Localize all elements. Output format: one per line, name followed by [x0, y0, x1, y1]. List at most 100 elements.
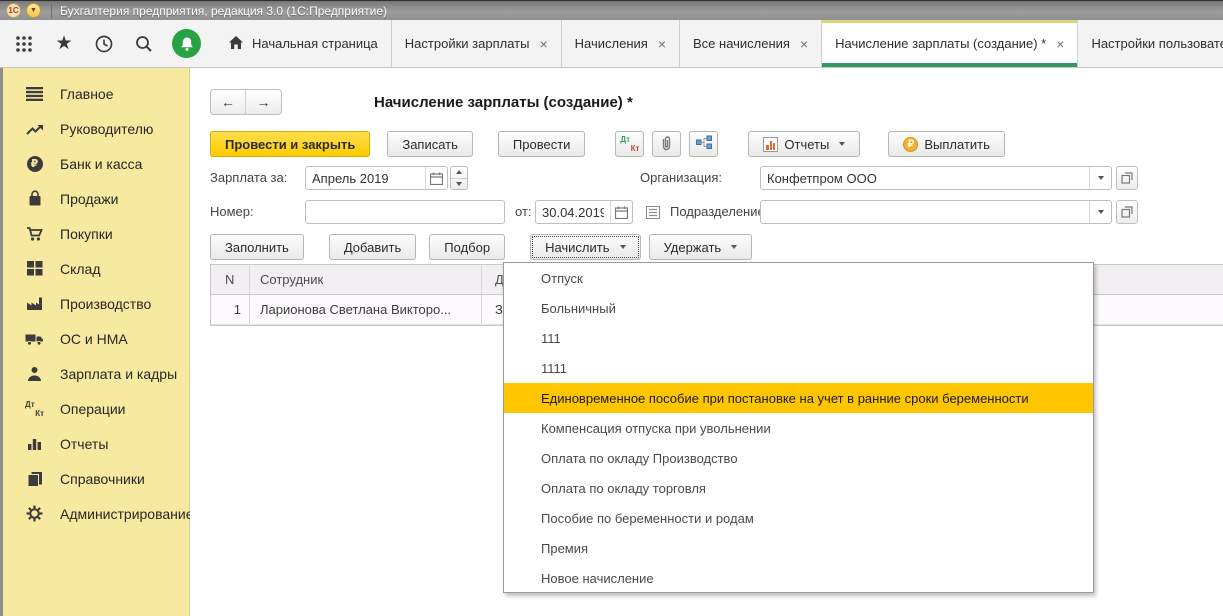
tab-accruals[interactable]: Начисления ×	[562, 20, 680, 67]
sidebar-item-label: Операции	[60, 401, 126, 417]
tab-user-rights-settings[interactable]: Настройки пользователей и прав ×	[1078, 20, 1223, 67]
reports-button[interactable]: Отчеты	[748, 131, 860, 157]
organization-field[interactable]	[760, 166, 1112, 190]
calendar-icon[interactable]	[425, 167, 447, 189]
row-number-cell: 1	[211, 295, 249, 324]
save-button[interactable]: Записать	[387, 131, 473, 157]
sidebar-item-administration[interactable]: Администрирование	[3, 496, 189, 531]
menu-lines-icon	[25, 84, 44, 103]
tab-salary-accrual-new[interactable]: Начисление зарплаты (создание) * ×	[822, 20, 1078, 67]
sidebar-item-salary-hr[interactable]: Зарплата и кадры	[3, 356, 189, 391]
sidebar-item-label: Руководителю	[60, 121, 153, 137]
sidebar-item-warehouse[interactable]: Склад	[3, 251, 189, 286]
salary-month-field[interactable]	[305, 166, 448, 190]
menu-item-salary-trade[interactable]: Оплата по окладу торговля	[504, 473, 1093, 503]
add-button[interactable]: Добавить	[329, 234, 416, 260]
sidebar-item-main[interactable]: Главное	[3, 76, 189, 111]
org-structure-icon	[696, 135, 712, 153]
sidebar-item-os-nma[interactable]: ОС и НМА	[3, 321, 189, 356]
sidebar-item-manager[interactable]: Руководителю	[3, 111, 189, 146]
organization-open-button[interactable]	[1116, 166, 1138, 190]
chevron-down-icon	[620, 245, 626, 249]
organization-input[interactable]	[761, 167, 1089, 189]
sidebar-item-bank-cash[interactable]: ₽ Банк и касса	[3, 146, 189, 181]
department-field[interactable]	[760, 200, 1112, 224]
forward-button[interactable]: →	[246, 90, 281, 114]
column-header-n[interactable]: N	[211, 265, 249, 294]
number-label: Номер:	[210, 200, 254, 224]
tab-strip: Начальная страница Настройки зарплаты × …	[215, 20, 1223, 67]
sidebar-item-label: Зарплата и кадры	[60, 366, 177, 382]
tab-label: Начальная страница	[252, 36, 378, 51]
menu-item-bonus[interactable]: Премия	[504, 533, 1093, 563]
column-header-employee[interactable]: Сотрудник	[249, 265, 481, 294]
1c-logo-icon: 1С	[6, 3, 21, 18]
menu-item-1111[interactable]: 1111	[504, 353, 1093, 383]
close-icon[interactable]: ×	[658, 36, 666, 52]
sidebar-item-label: Продажи	[60, 191, 118, 207]
date-input[interactable]	[536, 201, 610, 223]
gear-icon	[25, 504, 44, 523]
step-up-button[interactable]	[451, 167, 467, 179]
sidebar-item-reports[interactable]: Отчеты	[3, 426, 189, 461]
accrue-button[interactable]: Начислить	[530, 234, 640, 260]
sidebar-item-operations[interactable]: ДтКт Операции	[3, 391, 189, 426]
close-icon[interactable]: ×	[539, 36, 547, 52]
menu-item-maternity-benefit[interactable]: Пособие по беременности и родам	[504, 503, 1093, 533]
pick-button[interactable]: Подбор	[429, 234, 505, 260]
post-and-close-button[interactable]: Провести и закрыть	[210, 131, 370, 157]
menu-item-early-pregnancy-benefit[interactable]: Единовременное пособие при постановке на…	[504, 383, 1093, 413]
organization-dropdown-arrow[interactable]	[1089, 167, 1111, 189]
sidebar-item-directories[interactable]: Справочники	[3, 461, 189, 496]
department-input[interactable]	[761, 201, 1089, 223]
menu-grid-icon[interactable]	[12, 32, 36, 56]
menu-item-111[interactable]: 111	[504, 323, 1093, 353]
sidebar-item-sales[interactable]: Продажи	[3, 181, 189, 216]
document-form: ← → Начисление зарплаты (создание) * Про…	[190, 68, 1223, 616]
ruble-coin-icon: ₽	[25, 154, 44, 173]
menu-item-sick-leave[interactable]: Больничный	[504, 293, 1093, 323]
salary-month-input[interactable]	[306, 167, 425, 189]
history-clock-icon[interactable]	[92, 32, 116, 56]
notifications-bell-icon[interactable]	[172, 29, 201, 58]
tab-home[interactable]: Начальная страница	[215, 20, 392, 67]
month-stepper[interactable]	[450, 166, 468, 190]
favorites-star-icon[interactable]: ★	[52, 32, 76, 56]
reports-label: Отчеты	[784, 137, 829, 152]
back-button[interactable]: ←	[211, 90, 246, 114]
number-field[interactable]	[305, 200, 505, 224]
department-label: Подразделение:	[670, 200, 768, 224]
menu-item-new-accrual[interactable]: Новое начисление	[504, 563, 1093, 593]
titlebar-separator	[51, 4, 52, 18]
number-input[interactable]	[306, 201, 504, 223]
trend-arrow-icon	[25, 119, 44, 138]
menu-item-vacation-compensation[interactable]: Компенсация отпуска при увольнении	[504, 413, 1093, 443]
department-dropdown-arrow[interactable]	[1089, 201, 1111, 223]
dt-kt-icon: ДтКт	[25, 399, 44, 418]
organization-label: Организация:	[640, 166, 722, 190]
sidebar-item-production[interactable]: Производство	[3, 286, 189, 321]
ruble-coin-icon: ₽	[903, 137, 918, 152]
sidebar-item-purchases[interactable]: Покупки	[3, 216, 189, 251]
dt-kt-postings-button[interactable]: ДтКт	[615, 131, 644, 157]
titlebar-menu-button[interactable]: ▼	[26, 3, 41, 18]
close-icon[interactable]: ×	[800, 36, 808, 52]
attachments-button[interactable]	[652, 131, 681, 157]
tab-salary-settings[interactable]: Настройки зарплаты ×	[392, 20, 562, 67]
app-window: 1С ▼ Бухгалтерия предприятия, редакция 3…	[0, 0, 1223, 616]
date-field[interactable]	[535, 200, 633, 224]
menu-item-salary-production[interactable]: Оплата по окладу Производство	[504, 443, 1093, 473]
tab-all-accruals[interactable]: Все начисления ×	[680, 20, 822, 67]
fill-button[interactable]: Заполнить	[210, 234, 304, 260]
structure-button[interactable]	[689, 131, 718, 157]
menu-item-vacation[interactable]: Отпуск	[504, 263, 1093, 293]
close-icon[interactable]: ×	[1056, 36, 1064, 52]
withhold-button[interactable]: Удержать	[649, 234, 753, 260]
search-icon[interactable]	[132, 32, 156, 56]
step-down-button[interactable]	[451, 179, 467, 190]
department-open-button[interactable]	[1116, 200, 1138, 224]
post-button[interactable]: Провести	[498, 131, 586, 157]
pay-button[interactable]: ₽ Выплатить	[888, 131, 1005, 157]
list-button[interactable]	[642, 200, 664, 224]
calendar-icon[interactable]	[610, 201, 632, 223]
